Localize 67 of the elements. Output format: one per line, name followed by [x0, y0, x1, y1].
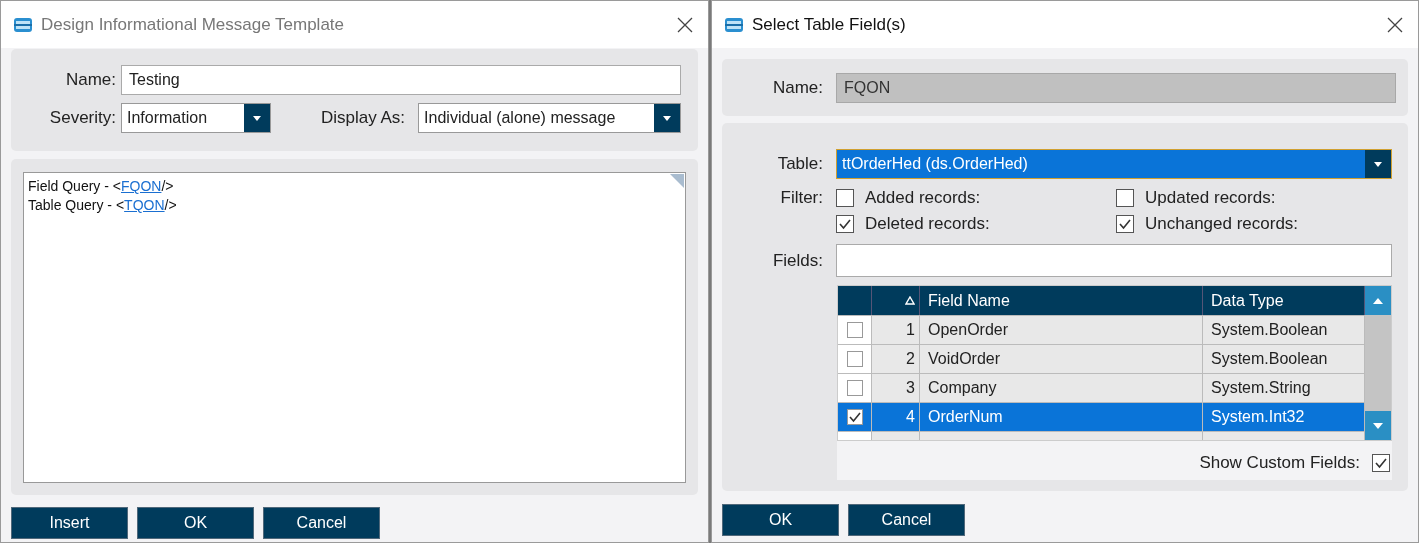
table-cell: Company — [920, 374, 1203, 402]
dialog-button[interactable]: Insert — [11, 507, 128, 539]
check-icon — [838, 217, 852, 231]
fields-field[interactable] — [836, 244, 1392, 277]
row-number: 3 — [872, 374, 920, 402]
table-cell: VoidOrder — [920, 345, 1203, 373]
app-icon — [724, 16, 744, 33]
caret-icon — [1374, 161, 1382, 167]
scroll-down-button[interactable] — [1365, 411, 1391, 440]
field-label: Table: — [776, 154, 824, 174]
field-label: Filter: — [779, 188, 824, 209]
corner-icon — [670, 174, 684, 188]
checkbox[interactable] — [846, 322, 863, 338]
close-icon — [1386, 15, 1404, 34]
link[interactable]: FQON — [121, 178, 162, 194]
checkbox-label: Unchanged records: — [1145, 214, 1299, 234]
field-label: Name: — [771, 77, 824, 98]
checkbox[interactable] — [1372, 454, 1390, 472]
field-label: Display As: — [321, 108, 406, 128]
caret-icon — [663, 115, 671, 121]
row-number: 1 — [872, 316, 920, 344]
display-as-dropdown[interactable]: Individual (alone) message — [418, 103, 681, 133]
table-cell: OpenOrder — [920, 316, 1203, 344]
dialog-button[interactable]: Cancel — [848, 504, 965, 536]
checkbox[interactable] — [846, 409, 863, 425]
dialog-button[interactable]: OK — [137, 507, 254, 539]
field-label: Fields: — [771, 250, 824, 271]
dialog-button[interactable]: Cancel — [263, 507, 380, 539]
check-icon — [1118, 217, 1132, 231]
link[interactable]: TQON — [124, 197, 165, 213]
checkbox-label: Show Custom Fields: — [1199, 453, 1360, 473]
close-icon — [676, 15, 694, 34]
scrollbar[interactable] — [1365, 286, 1391, 440]
checkbox[interactable] — [836, 189, 854, 207]
checkbox-label: Updated records: — [1145, 188, 1276, 208]
row-number: 2 — [872, 345, 920, 373]
table-cell: OrderNum — [920, 403, 1203, 431]
row-number: 4 — [872, 403, 920, 431]
name-field[interactable]: Testing — [121, 65, 681, 95]
field-label: Name: — [64, 70, 117, 90]
down-arrow-icon — [1373, 422, 1383, 429]
field-label: Severity: — [48, 108, 117, 128]
checkbox[interactable] — [1116, 215, 1134, 233]
check-icon — [1374, 456, 1388, 470]
scroll-up-button[interactable] — [1365, 286, 1391, 315]
editor-line: Table Query - <TQON/> — [28, 196, 178, 215]
caret-icon — [253, 115, 261, 121]
grid-row[interactable]: 4 OrderNum System.Int32 — [838, 403, 1365, 432]
checkbox[interactable] — [836, 215, 854, 233]
grid-row[interactable]: 1 OpenOrder System.Boolean — [838, 316, 1365, 345]
checkbox-label: Deleted records: — [865, 214, 990, 234]
checkbox[interactable] — [846, 351, 863, 367]
window-title: Design Informational Message Template — [41, 14, 345, 35]
checkbox[interactable] — [846, 380, 863, 396]
up-arrow-icon — [1373, 297, 1383, 304]
message-editor[interactable]: Field Query - <FQON/> Table Query - <TQON/> — [23, 172, 686, 483]
app-icon — [13, 16, 33, 33]
severity-dropdown[interactable]: Information — [121, 103, 271, 133]
table-dropdown[interactable]: ttOrderHed (ds.OrderHed) — [836, 149, 1392, 179]
window-title: Select Table Field(s) — [752, 14, 907, 35]
checkbox[interactable] — [1116, 189, 1134, 207]
grid-row[interactable]: 2 VoidOrder System.Boolean — [838, 345, 1365, 374]
name-field: FQON — [836, 72, 1396, 103]
checkbox-label: Added records: — [865, 188, 981, 208]
sort-icon — [905, 296, 915, 305]
dialog-button[interactable]: OK — [722, 504, 839, 536]
check-icon — [847, 410, 862, 424]
